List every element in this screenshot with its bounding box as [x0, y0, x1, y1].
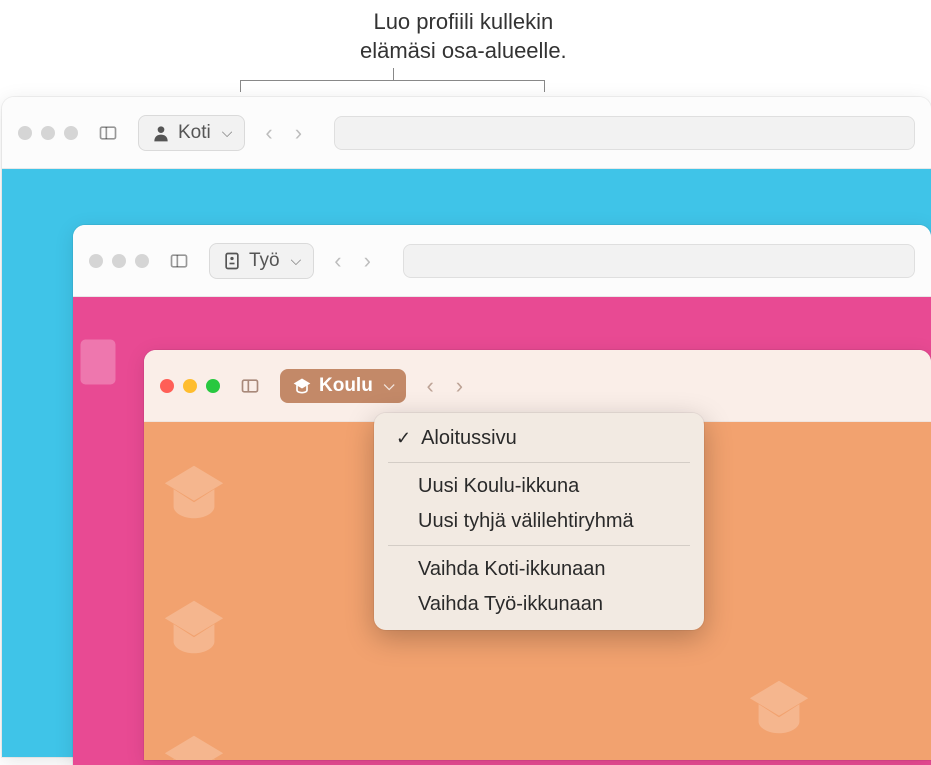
sidebar-toggle-button[interactable]: [92, 118, 124, 148]
toolbar-koulu: Koulu ⌵ ‹ ›: [144, 350, 931, 422]
annotation-line1: Luo profiili kullekin: [360, 8, 567, 37]
traffic-lights-koulu: [160, 379, 220, 393]
close-button[interactable]: [18, 126, 32, 140]
back-button[interactable]: ‹: [426, 373, 433, 399]
menu-label: Uusi Koulu-ikkuna: [418, 475, 579, 498]
menu-label: Vaihda Työ-ikkunaan: [418, 593, 603, 616]
annotation-bracket: [240, 68, 545, 96]
sidebar-icon: [98, 123, 118, 143]
traffic-lights-koti: [18, 126, 78, 140]
menu-label: Aloitussivu: [421, 427, 517, 450]
forward-button[interactable]: ›: [295, 120, 302, 146]
maximize-button[interactable]: [135, 254, 149, 268]
maximize-button[interactable]: [206, 379, 220, 393]
profile-switcher-koulu[interactable]: Koulu ⌵: [280, 369, 406, 403]
menu-item-new-tab-group[interactable]: Uusi tyhjä välilehtiryhmä: [374, 504, 704, 539]
badge-bg-icon: [73, 332, 128, 404]
close-button[interactable]: [89, 254, 103, 268]
graduation-cap-bg-icon: [159, 457, 229, 532]
browser-window-koulu: Koulu ⌵ ‹ › Aloitussivu Uusi Koulu-ikkun…: [144, 350, 931, 760]
person-icon: [151, 123, 171, 143]
menu-item-start-page[interactable]: Aloitussivu: [374, 421, 704, 456]
chevron-down-icon: ⌵: [384, 377, 395, 394]
profile-label-tyo: Työ: [249, 250, 280, 272]
chevron-down-icon: ⌵: [222, 124, 233, 141]
profile-switcher-tyo[interactable]: Työ ⌵: [209, 243, 314, 279]
search-field[interactable]: [334, 116, 915, 150]
toolbar-tyo: Työ ⌵ ‹ ›: [73, 225, 931, 297]
back-button[interactable]: ‹: [265, 120, 272, 146]
graduation-cap-bg-icon: [744, 672, 814, 747]
sidebar-icon: [169, 251, 189, 271]
toolbar-koti: Koti ⌵ ‹ ›: [2, 97, 931, 169]
maximize-button[interactable]: [64, 126, 78, 140]
graduation-cap-icon: [292, 376, 312, 396]
menu-divider: [388, 462, 690, 463]
menu-label: Uusi tyhjä välilehtiryhmä: [418, 510, 634, 533]
minimize-button[interactable]: [41, 126, 55, 140]
close-button[interactable]: [160, 379, 174, 393]
sidebar-toggle-button[interactable]: [234, 371, 266, 401]
menu-item-switch-koti[interactable]: Vaihda Koti-ikkunaan: [374, 552, 704, 587]
minimize-button[interactable]: [183, 379, 197, 393]
graduation-cap-bg-icon: [159, 727, 229, 760]
graduation-cap-bg-icon: [159, 592, 229, 667]
profile-label-koti: Koti: [178, 122, 211, 144]
annotation-text: Luo profiili kullekin elämäsi osa-alueel…: [360, 8, 567, 65]
back-button[interactable]: ‹: [334, 248, 341, 274]
profile-dropdown-menu: Aloitussivu Uusi Koulu-ikkuna Uusi tyhjä…: [374, 413, 704, 630]
forward-button[interactable]: ›: [456, 373, 463, 399]
badge-icon: [222, 251, 242, 271]
nav-arrows: ‹ ›: [334, 248, 371, 274]
annotation-line2: elämäsi osa-alueelle.: [360, 37, 567, 66]
nav-arrows: ‹ ›: [265, 120, 302, 146]
search-field[interactable]: [403, 244, 915, 278]
menu-item-new-koulu-window[interactable]: Uusi Koulu-ikkuna: [374, 469, 704, 504]
sidebar-icon: [240, 376, 260, 396]
profile-label-koulu: Koulu: [319, 375, 373, 397]
forward-button[interactable]: ›: [364, 248, 371, 274]
profile-switcher-koti[interactable]: Koti ⌵: [138, 115, 245, 151]
menu-label: Vaihda Koti-ikkunaan: [418, 558, 606, 581]
menu-divider: [388, 545, 690, 546]
sidebar-toggle-button[interactable]: [163, 246, 195, 276]
nav-arrows: ‹ ›: [426, 373, 463, 399]
minimize-button[interactable]: [112, 254, 126, 268]
chevron-down-icon: ⌵: [291, 252, 302, 269]
traffic-lights-tyo: [89, 254, 149, 268]
menu-item-switch-tyo[interactable]: Vaihda Työ-ikkunaan: [374, 587, 704, 622]
